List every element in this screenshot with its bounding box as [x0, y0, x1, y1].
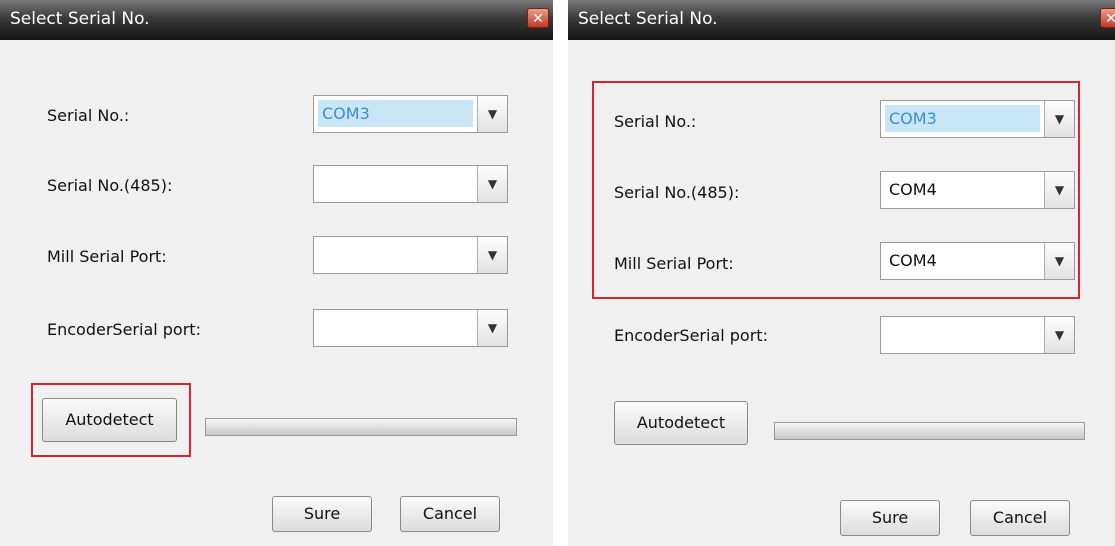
mill-serial-port-dropdown[interactable]: ▼ — [313, 236, 508, 274]
detect-progress-bar — [205, 418, 517, 436]
mill-serial-port-value — [318, 241, 473, 268]
serial-no-485-value — [318, 170, 473, 197]
mill-serial-port-label: Mill Serial Port: — [47, 247, 167, 266]
cancel-button[interactable]: Cancel — [400, 496, 500, 532]
serial-no-485-dropdown[interactable]: ▼ — [313, 165, 508, 203]
serial-no-485-dropdown[interactable]: COM4 ▼ — [880, 171, 1075, 209]
serial-no-label: Serial No.: — [614, 112, 697, 131]
serial-no-dropdown[interactable]: COM3 ▼ — [880, 100, 1075, 138]
close-icon[interactable]: ✕ — [527, 8, 549, 28]
chevron-down-icon[interactable]: ▼ — [1044, 172, 1074, 208]
serial-no-485-label: Serial No.(485): — [47, 176, 173, 195]
encoder-serial-port-dropdown[interactable]: ▼ — [313, 309, 508, 347]
encoder-serial-port-value — [885, 321, 1040, 348]
mill-serial-port-label: Mill Serial Port: — [614, 254, 734, 273]
autodetect-button[interactable]: Autodetect — [42, 398, 177, 442]
mill-serial-port-dropdown[interactable]: COM4 ▼ — [880, 242, 1075, 280]
chevron-down-icon[interactable]: ▼ — [477, 237, 507, 273]
serial-no-485-value: COM4 — [889, 180, 937, 199]
serial-no-value: COM3 — [885, 105, 1040, 132]
title-bar: Select Serial No. ✕ — [568, 0, 1115, 40]
encoder-serial-port-value — [318, 314, 473, 341]
sure-button[interactable]: Sure — [272, 496, 372, 532]
encoder-serial-port-label: EncoderSerial port: — [614, 326, 768, 345]
serial-no-dropdown[interactable]: COM3 ▼ — [313, 95, 508, 133]
chevron-down-icon[interactable]: ▼ — [1044, 101, 1074, 137]
select-serial-dialog-left: Select Serial No. ✕ Serial No.: COM3 ▼ S… — [0, 0, 553, 546]
close-icon[interactable]: ✕ — [1100, 8, 1115, 28]
serial-no-label: Serial No.: — [47, 106, 130, 125]
dialog-title: Select Serial No. — [10, 9, 150, 29]
chevron-down-icon[interactable]: ▼ — [477, 310, 507, 346]
encoder-serial-port-dropdown[interactable]: ▼ — [880, 316, 1075, 354]
chevron-down-icon[interactable]: ▼ — [1044, 243, 1074, 279]
title-bar: Select Serial No. ✕ — [0, 0, 553, 40]
chevron-down-icon[interactable]: ▼ — [1044, 317, 1074, 353]
serial-no-485-label: Serial No.(485): — [614, 183, 740, 202]
sure-button[interactable]: Sure — [840, 500, 940, 536]
chevron-down-icon[interactable]: ▼ — [477, 166, 507, 202]
mill-serial-port-value: COM4 — [889, 251, 937, 270]
select-serial-dialog-right: Select Serial No. ✕ Serial No.: COM3 ▼ S… — [568, 0, 1115, 546]
cancel-button[interactable]: Cancel — [970, 500, 1070, 536]
autodetect-button[interactable]: Autodetect — [614, 401, 748, 445]
serial-no-value: COM3 — [318, 100, 473, 127]
encoder-serial-port-label: EncoderSerial port: — [47, 320, 201, 339]
detect-progress-bar — [774, 422, 1085, 440]
chevron-down-icon[interactable]: ▼ — [477, 96, 507, 132]
dialog-title: Select Serial No. — [578, 9, 718, 29]
